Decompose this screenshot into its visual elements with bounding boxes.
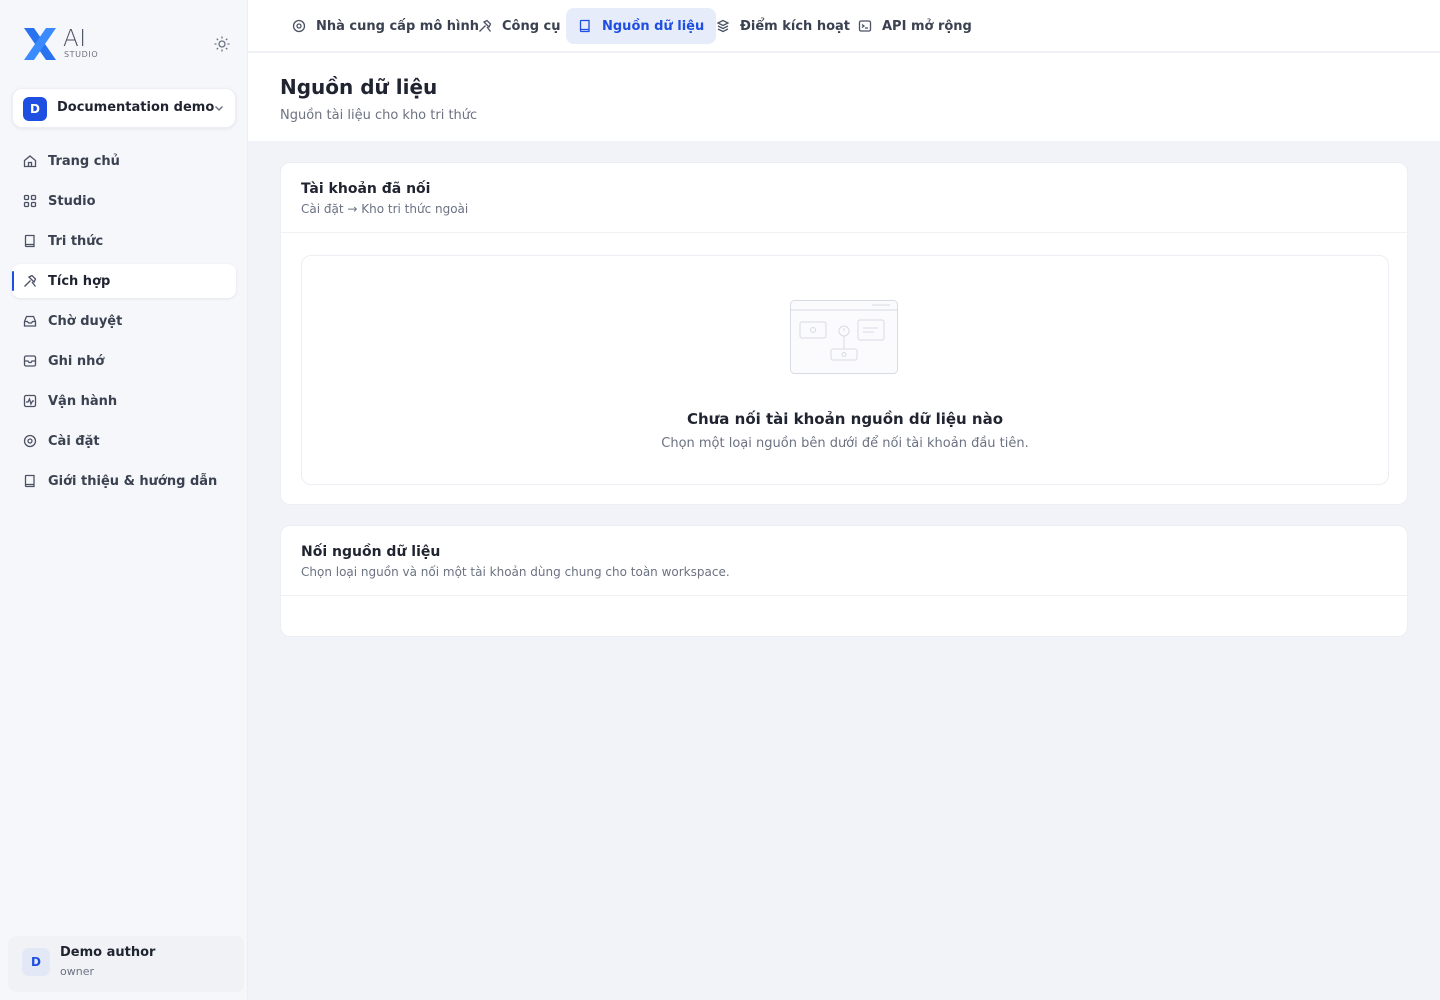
book-icon (579, 19, 590, 33)
home-icon (23, 155, 37, 168)
card-subtitle: Cài đặt → Kho tri thức ngoài (301, 202, 469, 216)
page-header: Nguồn dữ liệu Nguồn tài liệu cho kho tri… (248, 53, 1440, 141)
empty-state: Chưa nối tài khoản nguồn dữ liệu nào Chọ… (301, 255, 1389, 485)
gear-icon (23, 434, 37, 448)
workspace-badge: D (23, 97, 47, 121)
provider-icon (292, 19, 306, 33)
hammer-icon (479, 19, 492, 32)
guide-icon (24, 474, 35, 488)
tab-model-providers[interactable]: Nhà cung cấp mô hình (280, 8, 491, 44)
book-icon (24, 234, 35, 248)
tab-label: Điểm kích hoạt (740, 18, 850, 34)
sidebar-item-pending[interactable]: Chờ duyệt (12, 304, 236, 338)
terminal-icon (858, 20, 872, 32)
page-title: Nguồn dữ liệu (280, 75, 438, 99)
avatar: D (22, 948, 50, 976)
logo[interactable]: AI STUDIO (22, 26, 102, 62)
sidebar-item-label: Cài đặt (48, 433, 100, 449)
tab-tools[interactable]: Công cụ (466, 8, 573, 44)
card-header: Tài khoản đã nối Cài đặt → Kho tri thức … (281, 163, 1407, 233)
sidebar-item-label: Tích hợp (48, 273, 111, 289)
user-role: owner (60, 965, 94, 978)
sidebar-item-operations[interactable]: Vận hành (12, 384, 236, 418)
tab-data-sources[interactable]: Nguồn dữ liệu (566, 8, 717, 44)
sidebar-item-integrations[interactable]: Tích hợp (12, 264, 236, 298)
workspace-switcher[interactable]: D Documentation demo (12, 88, 236, 128)
user-name: Demo author (60, 945, 156, 960)
sidebar: AI STUDIO D Documentation demo Trang chủ… (0, 0, 248, 1000)
card-subtitle: Chọn loại nguồn và nối một tài khoản dùn… (301, 565, 730, 579)
connect-data-source-card: Nối nguồn dữ liệu Chọn loại nguồn và nối… (280, 525, 1408, 637)
sidebar-item-home[interactable]: Trang chủ (12, 144, 236, 178)
trigger-icon (716, 19, 730, 33)
sidebar-item-label: Vận hành (48, 393, 118, 409)
tab-extension-api[interactable]: API mở rộng (846, 8, 984, 44)
inbox-icon (23, 315, 37, 327)
pulse-icon (23, 394, 37, 408)
tab-label: Nhà cung cấp mô hình (316, 18, 480, 34)
empty-title: Chưa nối tài khoản nguồn dữ liệu nào (686, 410, 1004, 428)
empty-subtitle: Chọn một loại nguồn bên dưới để nối tài … (661, 436, 1029, 451)
archive-icon (23, 355, 37, 367)
chevron-down-icon (215, 106, 223, 111)
sidebar-item-label: Giới thiệu & hướng dẫn (48, 473, 218, 489)
tab-label: Công cụ (502, 18, 561, 34)
page-subtitle: Nguồn tài liệu cho kho tri thức (280, 108, 478, 123)
logo-text: AI (63, 26, 87, 52)
logo-subtext: STUDIO (64, 50, 99, 59)
tab-label: API mở rộng (882, 18, 972, 34)
sidebar-item-label: Ghi nhớ (48, 353, 105, 369)
tools-icon (24, 274, 37, 287)
tab-label: Nguồn dữ liệu (602, 18, 705, 34)
sidebar-nav: Trang chủ Studio Tri thức Tích hợp Chờ d… (12, 144, 236, 504)
sidebar-item-label: Tri thức (48, 233, 104, 249)
user-profile[interactable]: D Demo author owner (8, 936, 244, 992)
card-header: Nối nguồn dữ liệu Chọn loại nguồn và nối… (281, 526, 1407, 596)
sidebar-item-label: Studio (48, 193, 96, 209)
connected-accounts-card: Tài khoản đã nối Cài đặt → Kho tri thức … (280, 162, 1408, 505)
sun-icon[interactable] (213, 35, 231, 53)
integration-tabs: Nhà cung cấp mô hình Công cụ Nguồn dữ li… (248, 0, 1440, 52)
sidebar-item-memory[interactable]: Ghi nhớ (12, 344, 236, 378)
sidebar-item-knowledge[interactable]: Tri thức (12, 224, 236, 258)
sidebar-item-guide[interactable]: Giới thiệu & hướng dẫn (12, 464, 236, 498)
x-logo-icon (24, 28, 56, 60)
empty-illustration-icon (790, 300, 898, 374)
card-title: Tài khoản đã nối (301, 181, 431, 197)
workspace-name: Documentation demo (57, 100, 215, 115)
sidebar-item-studio[interactable]: Studio (12, 184, 236, 218)
tab-triggers[interactable]: Điểm kích hoạt (704, 8, 862, 44)
sidebar-item-label: Trang chủ (48, 153, 120, 169)
sidebar-item-label: Chờ duyệt (48, 313, 123, 329)
grid-icon (23, 194, 37, 208)
sidebar-item-settings[interactable]: Cài đặt (12, 424, 236, 458)
card-title: Nối nguồn dữ liệu (301, 544, 441, 560)
